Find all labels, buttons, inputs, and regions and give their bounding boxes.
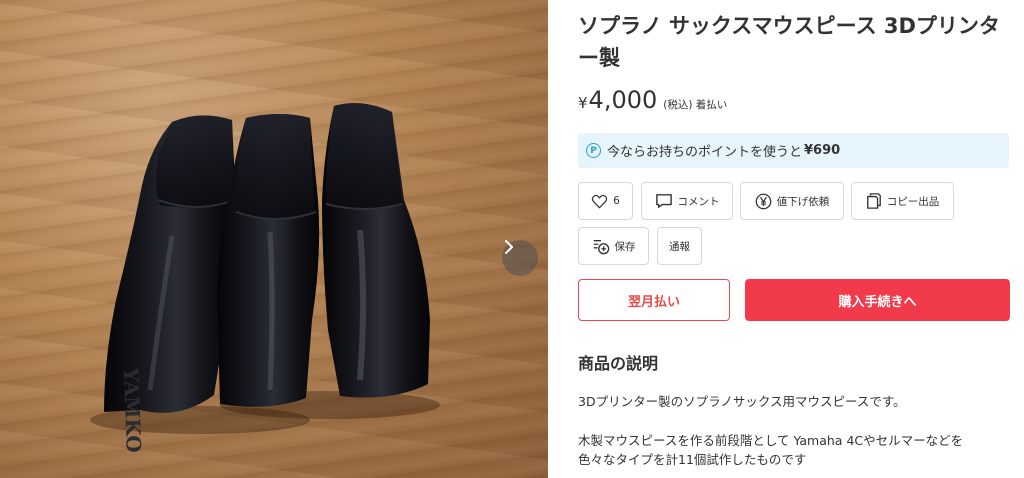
discount-label: 値下げ依頼 (776, 195, 830, 208)
save-button[interactable]: 保存 (578, 227, 649, 265)
price: ¥ 4,000 (税込) 着払い (578, 86, 727, 114)
save-label: 保存 (614, 240, 636, 253)
description-line-1: 3Dプリンター製のソプラノサックス用マウスピースです。 (578, 394, 906, 409)
comment-button[interactable]: コメント (641, 182, 733, 220)
chevron-right-icon (505, 240, 513, 254)
next-image-button[interactable] (502, 240, 538, 276)
add-to-list-icon (593, 239, 609, 254)
like-button[interactable]: 6 (578, 182, 633, 220)
product-photo[interactable]: YAMKO (0, 0, 548, 478)
report-button[interactable]: 通報 (657, 227, 702, 265)
price-value: 4,000 (588, 86, 658, 114)
price-note: (税込) 着払い (663, 99, 728, 111)
pay-later-button[interactable]: 翌月払い (578, 279, 730, 321)
copy-label: コピー出品 (886, 195, 940, 208)
comment-icon (655, 194, 672, 208)
comment-label: コメント (677, 195, 720, 208)
point-p-icon: P (586, 143, 601, 158)
embossed-text: YAMKO (119, 366, 146, 453)
heart-icon (591, 194, 608, 209)
copy-listing-button[interactable]: コピー出品 (851, 182, 954, 220)
points-banner[interactable]: P 今ならお持ちのポイントを使うと ¥690 (578, 133, 1009, 168)
copy-icon (866, 193, 881, 209)
buy-button[interactable]: 購入手続きへ (745, 279, 1010, 321)
yen-circle-icon (755, 193, 772, 209)
like-count: 6 (613, 195, 620, 207)
description-line-3: 色々なタイプを計11個試作したものです (578, 452, 807, 467)
description-line-2: 木製マウスピースを作る前段階として Yamaha 4Cやセルマーなどを (578, 433, 964, 448)
product-info-panel: ソプラノ サックスマウスピース 3Dプリンター製 ¥ 4,000 (税込) 着払… (578, 0, 1014, 478)
product-title: ソプラノ サックスマウスピース 3Dプリンター製 (578, 14, 1000, 70)
discount-request-button[interactable]: 値下げ依頼 (740, 182, 844, 220)
points-text: 今ならお持ちのポイントを使うと (607, 145, 803, 160)
report-label: 通報 (669, 240, 690, 253)
points-amount: ¥690 (804, 143, 841, 158)
price-currency: ¥ (578, 94, 588, 112)
mouthpieces-illustration: YAMKO (90, 103, 440, 453)
description-heading: 商品の説明 (578, 354, 659, 373)
